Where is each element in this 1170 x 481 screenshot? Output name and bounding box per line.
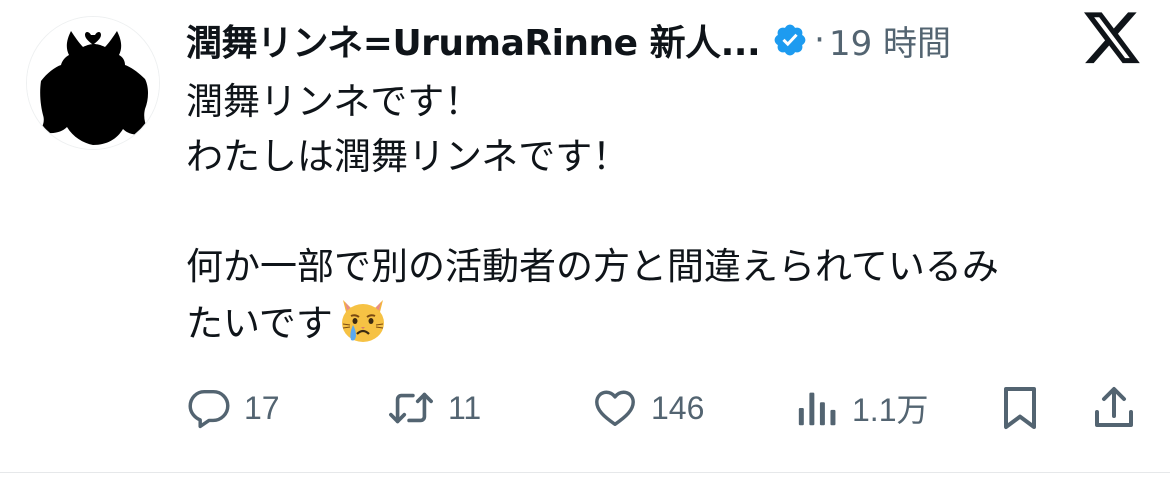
tweet-actions: 17 11 146 1.1万 [186, 380, 1146, 436]
avatar[interactable] [26, 16, 160, 150]
share-button[interactable] [1092, 380, 1136, 436]
tweet-line: 潤舞リンネです！ [186, 80, 482, 123]
tweet-body: 潤舞リンネです！ わたしは潤舞リンネです！ 何か一部で別の活動者の方と間違えられ… [186, 74, 1146, 349]
retweet-icon [389, 392, 433, 424]
silhouette-avatar-icon [27, 17, 159, 149]
tweet-card[interactable]: 潤舞リンネ=UrumaRinne 新人... · 19 時間 潤舞リンネです！ … [0, 0, 1170, 472]
separator-dot: · [814, 20, 825, 60]
tweet-line: わたしは潤舞リンネです！ [186, 135, 630, 178]
divider [0, 472, 1170, 473]
views-count: 1.1万 [852, 392, 929, 428]
reply-count: 17 [244, 389, 280, 426]
bookmark-icon [1004, 387, 1036, 429]
retweet-count: 11 [448, 389, 482, 426]
retweet-button[interactable]: 11 [386, 380, 481, 436]
share-icon [1095, 387, 1133, 427]
tweet-header: 潤舞リンネ=UrumaRinne 新人... · 19 時間 [186, 10, 951, 70]
x-logo-icon[interactable] [1084, 12, 1142, 66]
display-name[interactable]: 潤舞リンネ=UrumaRinne 新人... [186, 14, 761, 66]
verified-badge-icon[interactable] [772, 22, 808, 58]
tweet-line-last: たいです [186, 294, 1146, 349]
heart-icon [595, 390, 635, 427]
like-count: 146 [651, 389, 705, 426]
timestamp[interactable]: 19 時間 [829, 16, 951, 65]
views-chart-icon [798, 392, 836, 426]
tweet-line: 何か一部で別の活動者の方と間違えられているみ [186, 245, 999, 288]
like-button[interactable]: 146 [591, 380, 704, 436]
reply-button[interactable]: 17 [186, 380, 280, 436]
crying-cat-face-icon [341, 300, 384, 342]
reply-icon [188, 389, 230, 429]
bookmark-button[interactable] [998, 380, 1042, 436]
views-button[interactable]: 1.1万 [796, 380, 929, 436]
tweet-line-text: たいです [186, 302, 333, 345]
